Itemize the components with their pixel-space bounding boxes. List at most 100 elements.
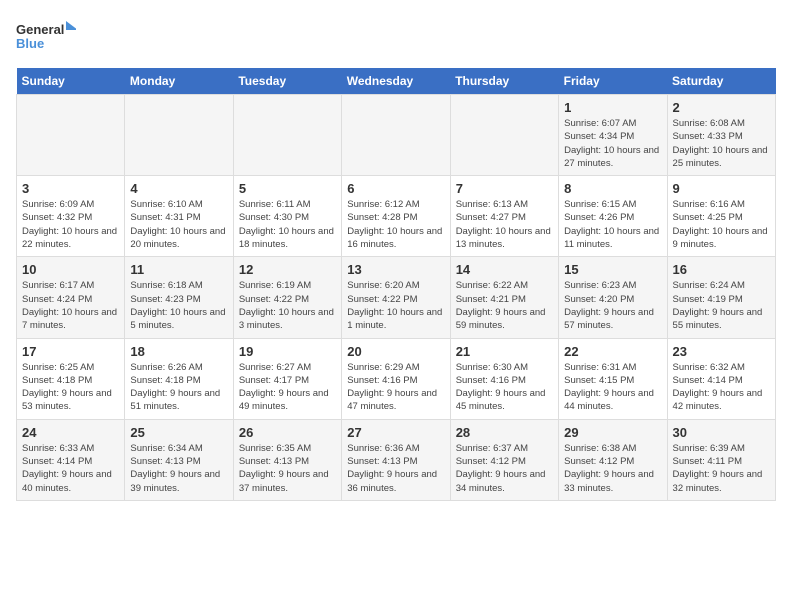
header: GeneralBlue bbox=[16, 16, 776, 56]
day-number: 7 bbox=[456, 181, 553, 196]
calendar-cell: 8 Sunrise: 6:15 AM Sunset: 4:26 PM Daylig… bbox=[559, 176, 667, 257]
calendar-cell: 29 Sunrise: 6:38 AM Sunset: 4:12 PM Dayli… bbox=[559, 419, 667, 500]
calendar-cell: 7 Sunrise: 6:13 AM Sunset: 4:27 PM Daylig… bbox=[450, 176, 558, 257]
calendar-cell: 3 Sunrise: 6:09 AM Sunset: 4:32 PM Daylig… bbox=[17, 176, 125, 257]
day-number: 19 bbox=[239, 344, 336, 359]
day-number: 3 bbox=[22, 181, 119, 196]
day-number: 14 bbox=[456, 262, 553, 277]
calendar-cell: 24 Sunrise: 6:33 AM Sunset: 4:14 PM Dayli… bbox=[17, 419, 125, 500]
day-info: Sunrise: 6:32 AM Sunset: 4:14 PM Dayligh… bbox=[673, 361, 770, 414]
week-row-2: 3 Sunrise: 6:09 AM Sunset: 4:32 PM Daylig… bbox=[17, 176, 776, 257]
day-info: Sunrise: 6:29 AM Sunset: 4:16 PM Dayligh… bbox=[347, 361, 444, 414]
day-info: Sunrise: 6:08 AM Sunset: 4:33 PM Dayligh… bbox=[673, 117, 770, 170]
day-info: Sunrise: 6:18 AM Sunset: 4:23 PM Dayligh… bbox=[130, 279, 227, 332]
day-number: 23 bbox=[673, 344, 770, 359]
day-info: Sunrise: 6:36 AM Sunset: 4:13 PM Dayligh… bbox=[347, 442, 444, 495]
day-info: Sunrise: 6:19 AM Sunset: 4:22 PM Dayligh… bbox=[239, 279, 336, 332]
day-info: Sunrise: 6:09 AM Sunset: 4:32 PM Dayligh… bbox=[22, 198, 119, 251]
calendar-cell bbox=[17, 95, 125, 176]
header-day-thursday: Thursday bbox=[450, 68, 558, 95]
day-number: 13 bbox=[347, 262, 444, 277]
calendar-cell: 30 Sunrise: 6:39 AM Sunset: 4:11 PM Dayli… bbox=[667, 419, 775, 500]
week-row-4: 17 Sunrise: 6:25 AM Sunset: 4:18 PM Dayli… bbox=[17, 338, 776, 419]
day-number: 20 bbox=[347, 344, 444, 359]
day-number: 17 bbox=[22, 344, 119, 359]
logo: GeneralBlue bbox=[16, 16, 76, 56]
calendar-cell: 28Sunrise: 6:37 AM Sunset: 4:12 PM Dayli… bbox=[450, 419, 558, 500]
header-day-tuesday: Tuesday bbox=[233, 68, 341, 95]
day-info: Sunrise: 6:16 AM Sunset: 4:25 PM Dayligh… bbox=[673, 198, 770, 251]
day-info: Sunrise: 6:07 AM Sunset: 4:34 PM Dayligh… bbox=[564, 117, 661, 170]
calendar-cell: 15Sunrise: 6:23 AM Sunset: 4:20 PM Dayli… bbox=[559, 257, 667, 338]
calendar-cell: 12 Sunrise: 6:19 AM Sunset: 4:22 PM Dayli… bbox=[233, 257, 341, 338]
day-number: 16 bbox=[673, 262, 770, 277]
day-number: 2 bbox=[673, 100, 770, 115]
day-number: 6 bbox=[347, 181, 444, 196]
day-info: Sunrise: 6:24 AM Sunset: 4:19 PM Dayligh… bbox=[673, 279, 770, 332]
day-number: 24 bbox=[22, 425, 119, 440]
logo-svg: GeneralBlue bbox=[16, 16, 76, 56]
day-number: 4 bbox=[130, 181, 227, 196]
header-day-monday: Monday bbox=[125, 68, 233, 95]
calendar-cell: 17 Sunrise: 6:25 AM Sunset: 4:18 PM Dayli… bbox=[17, 338, 125, 419]
calendar-cell: 5Sunrise: 6:11 AM Sunset: 4:30 PM Daylig… bbox=[233, 176, 341, 257]
calendar-cell: 1 Sunrise: 6:07 AM Sunset: 4:34 PM Daylig… bbox=[559, 95, 667, 176]
header-row: SundayMondayTuesdayWednesdayThursdayFrid… bbox=[17, 68, 776, 95]
day-number: 22 bbox=[564, 344, 661, 359]
day-number: 10 bbox=[22, 262, 119, 277]
day-info: Sunrise: 6:39 AM Sunset: 4:11 PM Dayligh… bbox=[673, 442, 770, 495]
day-info: Sunrise: 6:25 AM Sunset: 4:18 PM Dayligh… bbox=[22, 361, 119, 414]
header-day-saturday: Saturday bbox=[667, 68, 775, 95]
calendar-cell: 18 Sunrise: 6:26 AM Sunset: 4:18 PM Dayli… bbox=[125, 338, 233, 419]
day-number: 25 bbox=[130, 425, 227, 440]
calendar-cell: 6 Sunrise: 6:12 AM Sunset: 4:28 PM Daylig… bbox=[342, 176, 450, 257]
header-day-sunday: Sunday bbox=[17, 68, 125, 95]
svg-text:General: General bbox=[16, 22, 64, 37]
day-info: Sunrise: 6:23 AM Sunset: 4:20 PM Dayligh… bbox=[564, 279, 661, 332]
day-info: Sunrise: 6:12 AM Sunset: 4:28 PM Dayligh… bbox=[347, 198, 444, 251]
day-info: Sunrise: 6:33 AM Sunset: 4:14 PM Dayligh… bbox=[22, 442, 119, 495]
calendar-cell bbox=[342, 95, 450, 176]
svg-text:Blue: Blue bbox=[16, 36, 44, 51]
calendar-cell: 26Sunrise: 6:35 AM Sunset: 4:13 PM Dayli… bbox=[233, 419, 341, 500]
day-number: 9 bbox=[673, 181, 770, 196]
day-info: Sunrise: 6:38 AM Sunset: 4:12 PM Dayligh… bbox=[564, 442, 661, 495]
day-info: Sunrise: 6:10 AM Sunset: 4:31 PM Dayligh… bbox=[130, 198, 227, 251]
calendar-cell: 21 Sunrise: 6:30 AM Sunset: 4:16 PM Dayli… bbox=[450, 338, 558, 419]
day-number: 1 bbox=[564, 100, 661, 115]
day-info: Sunrise: 6:22 AM Sunset: 4:21 PM Dayligh… bbox=[456, 279, 553, 332]
day-number: 12 bbox=[239, 262, 336, 277]
calendar-header: SundayMondayTuesdayWednesdayThursdayFrid… bbox=[17, 68, 776, 95]
day-number: 27 bbox=[347, 425, 444, 440]
calendar-cell: 23 Sunrise: 6:32 AM Sunset: 4:14 PM Dayli… bbox=[667, 338, 775, 419]
day-info: Sunrise: 6:11 AM Sunset: 4:30 PM Dayligh… bbox=[239, 198, 336, 251]
calendar-cell: 16 Sunrise: 6:24 AM Sunset: 4:19 PM Dayli… bbox=[667, 257, 775, 338]
day-number: 8 bbox=[564, 181, 661, 196]
day-number: 18 bbox=[130, 344, 227, 359]
day-info: Sunrise: 6:30 AM Sunset: 4:16 PM Dayligh… bbox=[456, 361, 553, 414]
day-info: Sunrise: 6:15 AM Sunset: 4:26 PM Dayligh… bbox=[564, 198, 661, 251]
day-info: Sunrise: 6:20 AM Sunset: 4:22 PM Dayligh… bbox=[347, 279, 444, 332]
day-info: Sunrise: 6:31 AM Sunset: 4:15 PM Dayligh… bbox=[564, 361, 661, 414]
calendar-cell: 22 Sunrise: 6:31 AM Sunset: 4:15 PM Dayli… bbox=[559, 338, 667, 419]
day-number: 28 bbox=[456, 425, 553, 440]
calendar-cell bbox=[450, 95, 558, 176]
calendar-table: SundayMondayTuesdayWednesdayThursdayFrid… bbox=[16, 68, 776, 501]
calendar-cell bbox=[125, 95, 233, 176]
calendar-cell: 13 Sunrise: 6:20 AM Sunset: 4:22 PM Dayli… bbox=[342, 257, 450, 338]
calendar-cell: 25 Sunrise: 6:34 AM Sunset: 4:13 PM Dayli… bbox=[125, 419, 233, 500]
day-number: 26 bbox=[239, 425, 336, 440]
day-number: 11 bbox=[130, 262, 227, 277]
day-info: Sunrise: 6:34 AM Sunset: 4:13 PM Dayligh… bbox=[130, 442, 227, 495]
day-info: Sunrise: 6:13 AM Sunset: 4:27 PM Dayligh… bbox=[456, 198, 553, 251]
header-day-wednesday: Wednesday bbox=[342, 68, 450, 95]
calendar-cell: 11 Sunrise: 6:18 AM Sunset: 4:23 PM Dayli… bbox=[125, 257, 233, 338]
day-number: 30 bbox=[673, 425, 770, 440]
day-number: 29 bbox=[564, 425, 661, 440]
calendar-cell: 20 Sunrise: 6:29 AM Sunset: 4:16 PM Dayli… bbox=[342, 338, 450, 419]
calendar-cell: 27 Sunrise: 6:36 AM Sunset: 4:13 PM Dayli… bbox=[342, 419, 450, 500]
day-number: 21 bbox=[456, 344, 553, 359]
calendar-cell: 19Sunrise: 6:27 AM Sunset: 4:17 PM Dayli… bbox=[233, 338, 341, 419]
calendar-cell: 4 Sunrise: 6:10 AM Sunset: 4:31 PM Daylig… bbox=[125, 176, 233, 257]
day-info: Sunrise: 6:26 AM Sunset: 4:18 PM Dayligh… bbox=[130, 361, 227, 414]
